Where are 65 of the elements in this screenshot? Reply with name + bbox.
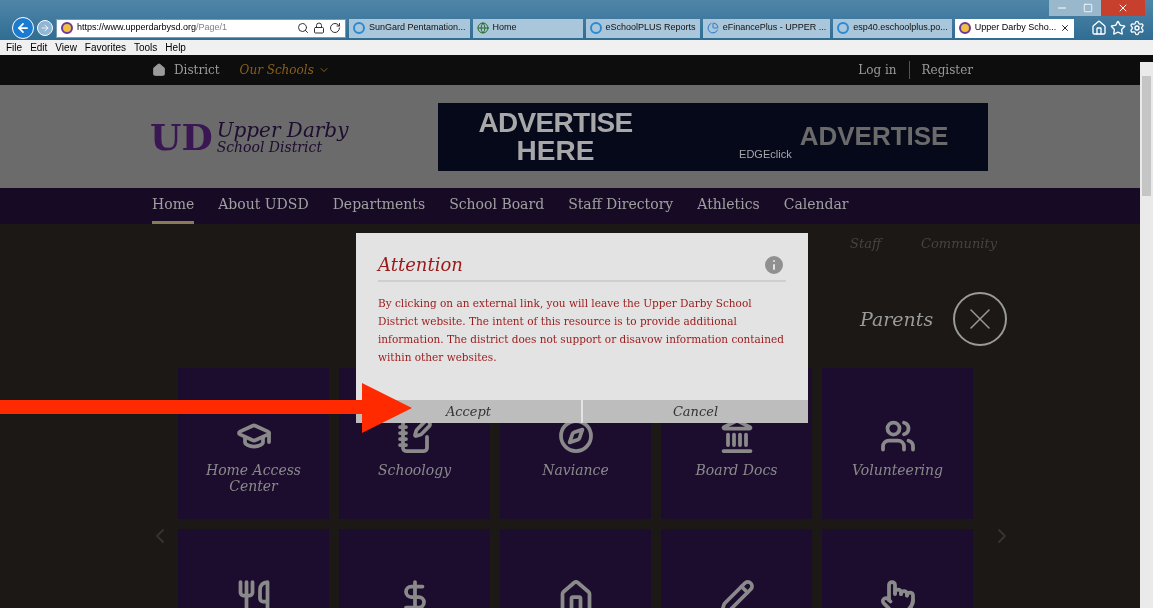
register-link[interactable]: Register (909, 61, 973, 79)
nav-link[interactable]: Calendar (783, 188, 849, 224)
forward-button[interactable] (37, 20, 53, 36)
browser-tab[interactable]: Home (472, 18, 583, 38)
site-logo-icon (61, 22, 73, 34)
pointing-hand-icon (879, 579, 916, 608)
ie-logo-icon (353, 22, 365, 34)
back-button[interactable] (12, 17, 34, 39)
audience-title[interactable]: Parents (860, 304, 934, 334)
ie-logo-icon (837, 22, 850, 34)
tile-label: Schoology (376, 462, 453, 478)
modal-message: By clicking on an external link, you will leave the Upper Darby School District website. The intent of this resource is to provide additional information. The district does not support or disavow information contained within other websites. (378, 296, 785, 365)
refresh-icon[interactable] (329, 22, 341, 34)
browser-tab[interactable]: eSchoolPLUS Reports (585, 18, 700, 38)
pie-chart-icon (706, 22, 719, 34)
site-logo-icon (958, 22, 971, 34)
pencil-icon (718, 579, 755, 608)
login-link[interactable]: Log in (858, 61, 910, 79)
close-icon (1117, 2, 1129, 14)
tile-label: Board Docs (694, 462, 779, 478)
settings-icon[interactable] (1129, 20, 1145, 36)
nav-link[interactable]: Staff Directory (568, 188, 674, 224)
logo-mark: UD (150, 118, 213, 155)
people-icon (879, 418, 916, 454)
nav-link[interactable]: Athletics (697, 188, 760, 224)
ad-headline: ADVERTISE (478, 108, 633, 137)
menu-item[interactable]: Tools (134, 40, 158, 55)
lock-icon (313, 22, 325, 34)
nav-link[interactable]: About UDSD (218, 188, 309, 224)
dialog-button[interactable]: Cancel (583, 400, 808, 423)
menu-item[interactable]: File (6, 40, 23, 55)
favorites-star-icon[interactable] (1110, 20, 1126, 36)
nav-link[interactable]: School Board (449, 188, 545, 224)
globe-icon (476, 22, 489, 34)
menu-item[interactable]: Help (165, 40, 186, 55)
browser-tab[interactable]: SunGard Pentamation... (349, 18, 470, 38)
search-icon[interactable] (297, 22, 309, 34)
ad-headline: HERE (516, 136, 595, 165)
menu-item[interactable]: View (55, 40, 77, 55)
close-tab-icon[interactable] (1060, 23, 1071, 33)
ad-headline: ADVERTISE (799, 120, 949, 153)
logo-title: Upper Darby (216, 119, 349, 140)
close-icon[interactable] (953, 292, 1008, 346)
nav-link[interactable]: Departments (332, 188, 426, 224)
tile-label: Volunteering (850, 462, 945, 478)
ie-logo-icon (589, 22, 602, 34)
link-tile[interactable]: Home Access Center (178, 368, 329, 519)
browser-tab[interactable]: esp40.eschoolplus.po... (833, 18, 952, 38)
tile-label: Home Access Center (204, 462, 303, 494)
tile-label: Naviance (541, 462, 610, 478)
browser-tab[interactable]: Upper Darby Scho... (954, 18, 1075, 38)
home-icon (152, 63, 166, 77)
browser-tab[interactable]: eFinancePlus - UPPER ... (702, 18, 831, 38)
forward-arrow-icon (40, 23, 50, 33)
menu-item[interactable]: Favorites (84, 40, 126, 55)
modal-title: Attention (378, 253, 463, 277)
maximize-icon (1083, 3, 1093, 13)
home-icon[interactable] (1091, 20, 1107, 36)
district-link[interactable]: District (174, 61, 220, 79)
our-schools-menu[interactable]: Our Schools (239, 61, 330, 79)
url-text: https://www.upperdarbysd.org/Page/1 (77, 21, 228, 35)
link-tile[interactable]: Volunteering (822, 368, 973, 519)
menu-item[interactable]: Edit (30, 40, 48, 55)
ad-brand: EDGEclick (739, 147, 792, 162)
address-field[interactable]: https://www.upperdarbysd.org/Page/1 (56, 18, 346, 38)
